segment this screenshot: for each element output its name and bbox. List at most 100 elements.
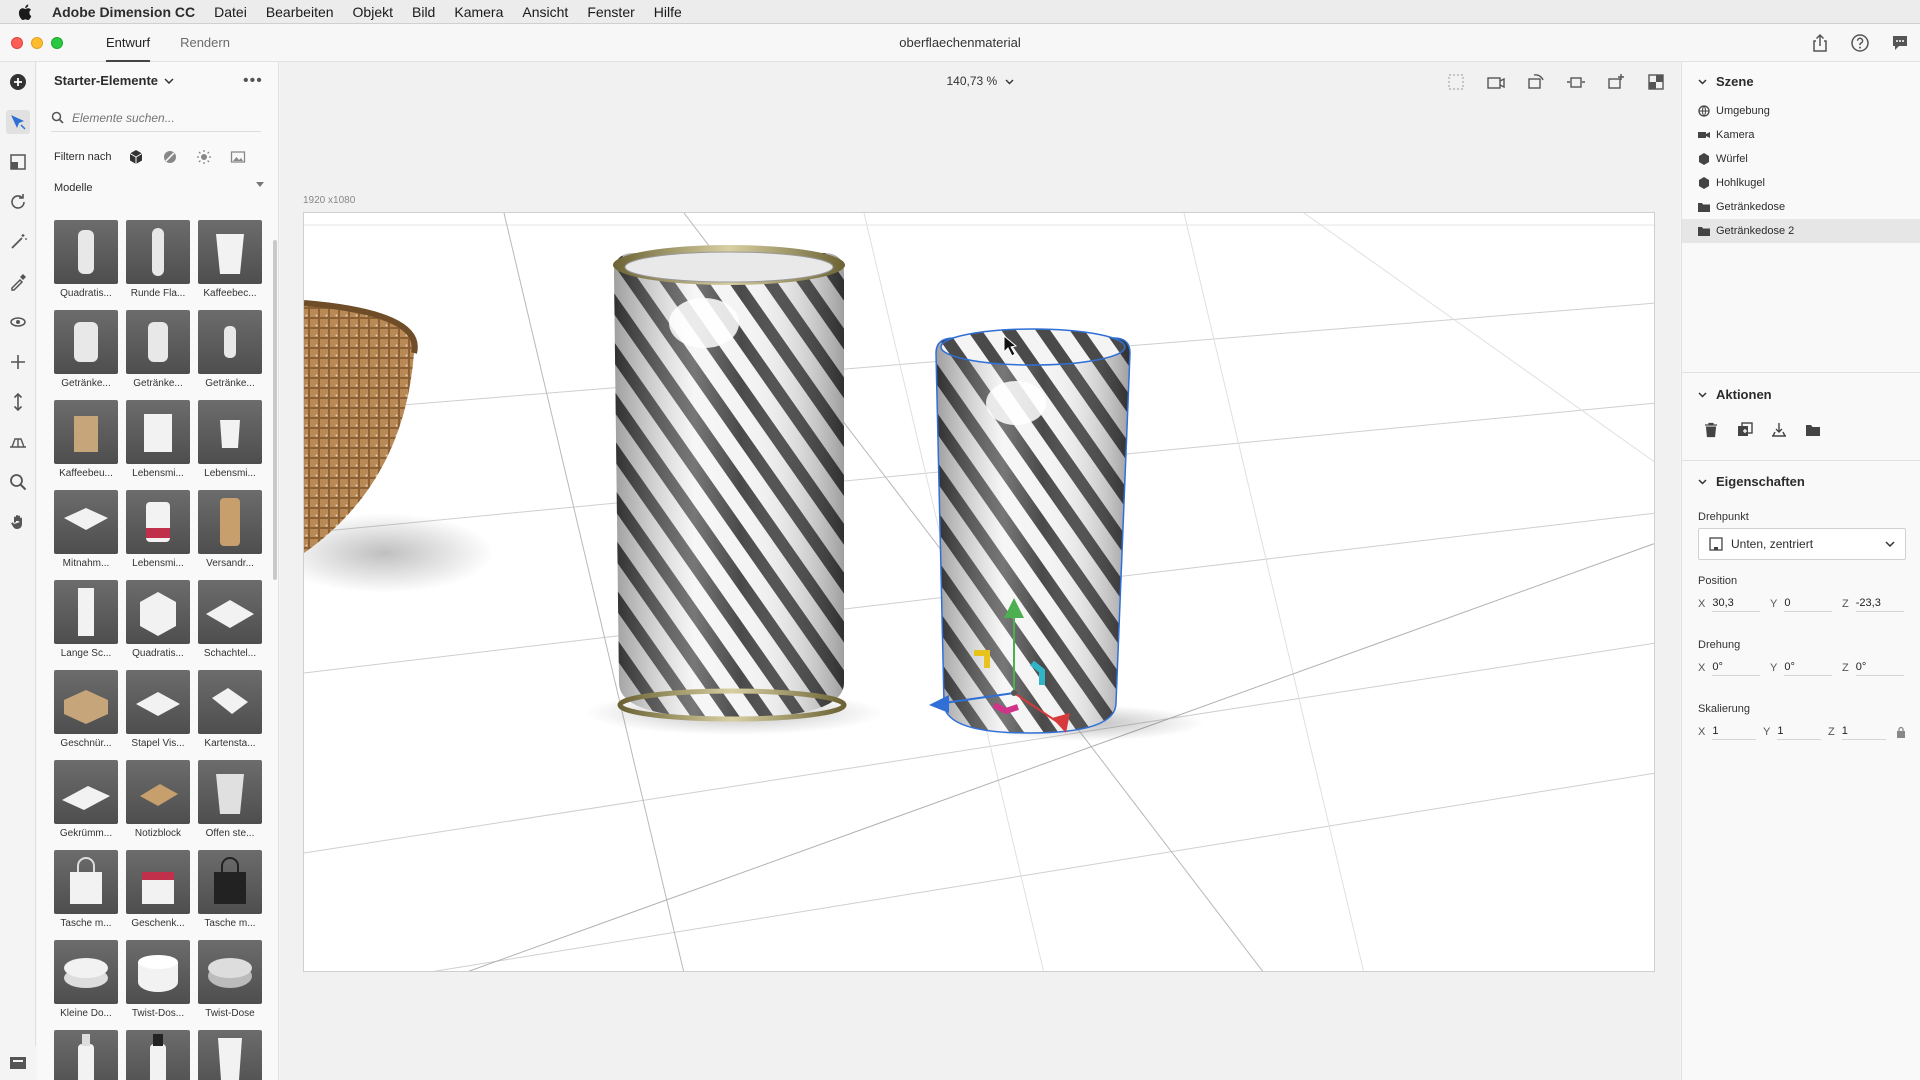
model-tile[interactable]: Twist-Dose [198, 940, 262, 1022]
model-tile[interactable]: Stapel Vis... [126, 670, 190, 752]
model-tile[interactable]: Getränke... [126, 310, 190, 392]
model-tile[interactable]: Lange Sc... [54, 580, 118, 662]
group-folder-icon[interactable] [1803, 420, 1823, 440]
render-preview-icon[interactable] [1445, 71, 1467, 93]
scene-item-getraenkedose[interactable]: Getränkedose [1682, 195, 1920, 219]
model-tile[interactable] [54, 1030, 118, 1080]
rotation-x-field[interactable]: X 0° [1698, 657, 1761, 679]
select-tool[interactable] [6, 110, 30, 134]
place-on-ground-icon[interactable] [1769, 420, 1789, 440]
share-icon[interactable] [1810, 33, 1830, 53]
orbit-tool[interactable] [6, 310, 30, 334]
library-toggle[interactable] [0, 1046, 36, 1080]
filter-images-icon[interactable] [229, 148, 247, 166]
scale-tool[interactable] [6, 150, 30, 174]
scale-z-field[interactable]: Z1 [1828, 721, 1886, 743]
zoom-dropdown[interactable]: 140,73 % [280, 74, 1680, 88]
model-tile[interactable]: Geschnür... [54, 670, 118, 752]
menu-objekt[interactable]: Objekt [353, 4, 393, 20]
scale-x-field[interactable]: X1 [1698, 721, 1757, 743]
duplicate-icon[interactable] [1735, 420, 1755, 440]
assets-scrollbar[interactable] [273, 240, 277, 580]
menu-kamera[interactable]: Kamera [454, 4, 503, 20]
scene-item-hohlkugel[interactable]: Hohlkugel [1682, 171, 1920, 195]
model-tile[interactable]: Tasche m... [54, 850, 118, 932]
position-x-field[interactable]: X 30,3 [1698, 593, 1761, 615]
model-tile[interactable]: Lebensmi... [198, 400, 262, 482]
zoom-window-button[interactable] [51, 37, 63, 49]
filter-models-icon[interactable] [127, 148, 145, 166]
scene-section-header[interactable]: Szene [1698, 74, 1754, 89]
model-tile[interactable]: Lebensmi... [126, 490, 190, 572]
model-tile[interactable]: Versandr... [198, 490, 262, 572]
more-options-icon[interactable]: ••• [243, 72, 263, 90]
scale-y-field[interactable]: Y1 [1763, 721, 1822, 743]
zoom-tool[interactable] [6, 470, 30, 494]
model-tile[interactable]: Gekrümm... [54, 760, 118, 842]
menu-fenster[interactable]: Fenster [587, 4, 634, 20]
search-input[interactable] [72, 110, 252, 125]
scene-item-kamera[interactable]: Kamera [1682, 123, 1920, 147]
hand-tool[interactable] [6, 510, 30, 534]
model-tile[interactable]: Kaffeebeu... [54, 400, 118, 482]
minimize-window-button[interactable] [31, 37, 43, 49]
camera-frame-icon[interactable] [1485, 71, 1507, 93]
model-tile[interactable]: Quadratis... [126, 580, 190, 662]
search-box[interactable] [51, 104, 261, 132]
model-tile[interactable]: Twist-Dos... [126, 940, 190, 1022]
pan-camera-icon[interactable] [1565, 71, 1587, 93]
dolly-tool[interactable] [6, 390, 30, 414]
menu-ansicht[interactable]: Ansicht [522, 4, 568, 20]
menu-app-name[interactable]: Adobe Dimension CC [52, 4, 195, 20]
category-header[interactable]: Modelle [54, 182, 264, 194]
apple-icon[interactable] [18, 4, 36, 20]
help-icon[interactable] [1850, 33, 1870, 53]
tab-rendern[interactable]: Rendern [180, 24, 230, 62]
rotation-z-field[interactable]: Z 0° [1842, 657, 1904, 679]
3d-viewport[interactable] [303, 212, 1655, 972]
comments-icon[interactable] [1890, 33, 1910, 53]
close-window-button[interactable] [11, 37, 23, 49]
model-tile[interactable]: Quadratis... [54, 220, 118, 302]
lock-icon[interactable] [1896, 726, 1906, 741]
pan-tool[interactable] [6, 350, 30, 374]
sample-tool[interactable] [6, 270, 30, 294]
model-tile[interactable]: Kleine Do... [54, 940, 118, 1022]
model-tile[interactable]: Getränke... [198, 310, 262, 392]
filter-lights-icon[interactable] [195, 148, 213, 166]
delete-icon[interactable] [1701, 420, 1721, 440]
scene-item-wuerfel[interactable]: Würfel [1682, 147, 1920, 171]
horizon-tool[interactable] [6, 430, 30, 454]
add-content-tool[interactable] [6, 70, 30, 94]
properties-section-header[interactable]: Eigenschaften [1698, 474, 1805, 489]
model-tile[interactable]: Geschenk... [126, 850, 190, 932]
actions-section-header[interactable]: Aktionen [1698, 387, 1772, 402]
orbit-camera-icon[interactable] [1525, 71, 1547, 93]
position-y-field[interactable]: Y0 [1770, 593, 1833, 615]
model-tile[interactable]: Mitnahm... [54, 490, 118, 572]
model-tile[interactable] [126, 1030, 190, 1080]
magic-wand-tool[interactable] [6, 230, 30, 254]
model-tile[interactable]: Kaffeebec... [198, 220, 262, 302]
filter-materials-icon[interactable] [161, 148, 179, 166]
tab-entwurf[interactable]: Entwurf [106, 24, 151, 62]
model-tile[interactable]: Kartensta... [198, 670, 262, 752]
model-tile[interactable] [198, 1030, 262, 1080]
menu-hilfe[interactable]: Hilfe [654, 4, 682, 20]
scene-item-umgebung[interactable]: Umgebung [1682, 99, 1920, 123]
rotate-tool[interactable] [6, 190, 30, 214]
model-tile[interactable]: Runde Fla... [126, 220, 190, 302]
menu-bild[interactable]: Bild [412, 4, 435, 20]
model-tile[interactable]: Notizblock [126, 760, 190, 842]
model-tile[interactable]: Schachtel... [198, 580, 262, 662]
scene-item-getraenkedose-2[interactable]: Getränkedose 2 [1682, 219, 1920, 243]
menu-datei[interactable]: Datei [214, 4, 247, 20]
dolly-camera-icon[interactable] [1605, 71, 1627, 93]
rotation-y-field[interactable]: Y 0° [1770, 657, 1833, 679]
menu-bearbeiten[interactable]: Bearbeiten [266, 4, 334, 20]
position-z-field[interactable]: Z -23,3 [1842, 593, 1904, 615]
pivot-dropdown[interactable]: Unten, zentriert [1698, 528, 1906, 560]
bookmark-view-icon[interactable] [1645, 71, 1667, 93]
assets-source-dropdown[interactable]: Starter-Elemente [54, 73, 174, 88]
model-tile[interactable]: Tasche m... [198, 850, 262, 932]
